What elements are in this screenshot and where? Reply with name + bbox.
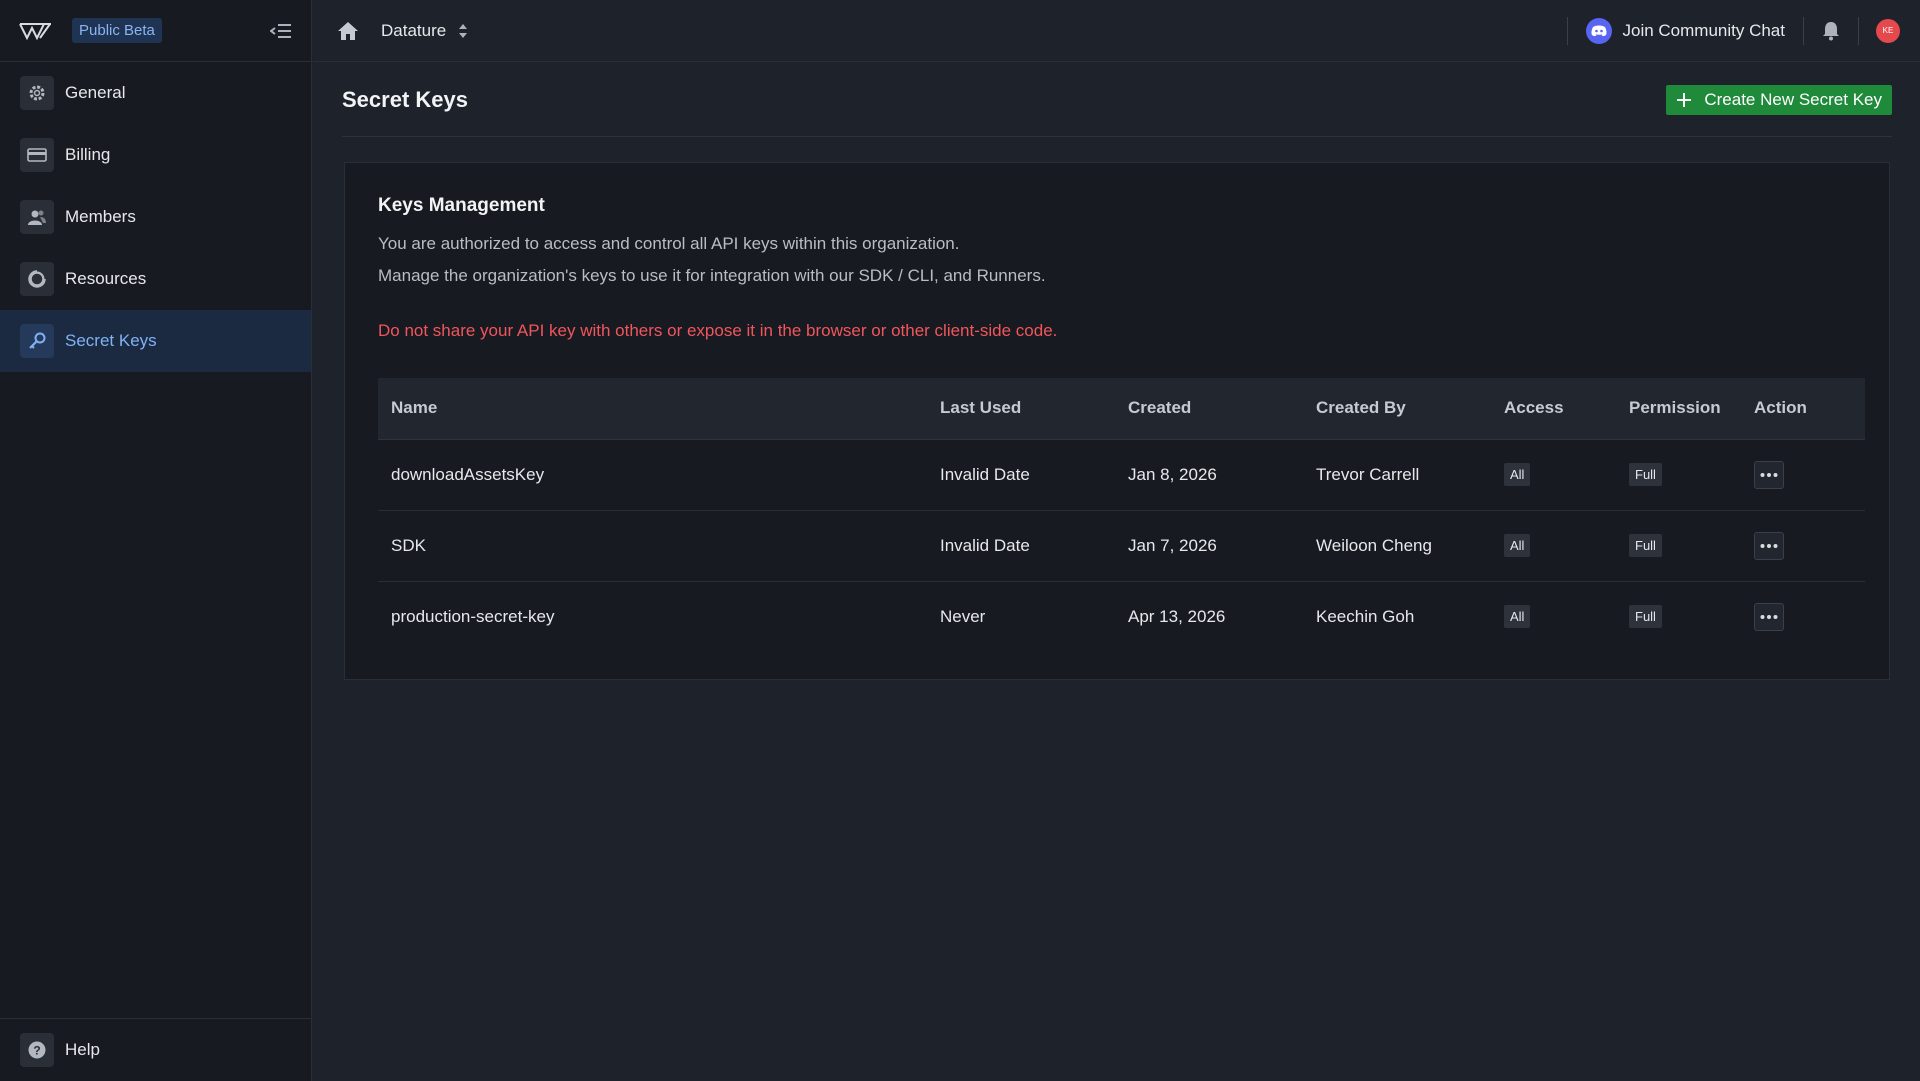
keys-management-card: Keys Management You are authorized to ac… <box>344 162 1890 680</box>
sidebar-nav: General Billing Members Resources Secret… <box>0 62 311 372</box>
home-icon[interactable] <box>335 18 361 44</box>
top-bar: Datature Join Community Chat KE <box>313 0 1920 62</box>
sidebar-item-resources[interactable]: Resources <box>0 248 311 310</box>
pie-chart-icon <box>20 262 54 296</box>
column-header-access: Access <box>1491 378 1616 440</box>
key-action-cell <box>1741 510 1865 582</box>
key-access-cell: All <box>1491 510 1616 582</box>
key-action-cell <box>1741 439 1865 511</box>
table-row: SDK Invalid Date Jan 7, 2026 Weiloon Che… <box>378 510 1865 582</box>
notification-bell-icon[interactable] <box>1804 21 1858 41</box>
topbar-right: Join Community Chat KE <box>1567 0 1920 61</box>
secret-keys-table: Name Last Used Created Created By Access… <box>378 378 1865 652</box>
key-icon <box>20 324 54 358</box>
description-text: You are authorized to access and control… <box>378 234 960 253</box>
sidebar-item-label: Secret Keys <box>65 331 157 350</box>
key-created-by: Keechin Goh <box>1316 606 1415 626</box>
organization-selector[interactable]: Datature <box>381 21 468 41</box>
discord-icon <box>1586 17 1613 44</box>
key-created-by: Weiloon Cheng <box>1303 510 1491 582</box>
permission-badge: Full <box>1629 605 1662 629</box>
ellipsis-icon <box>1760 614 1778 619</box>
security-warning: Do not share your API key with others or… <box>378 321 1058 340</box>
page-header: Secret Keys Create New Secret Key <box>342 63 1892 137</box>
access-badge: All <box>1504 534 1531 557</box>
brand-logo-icon[interactable] <box>18 19 58 43</box>
sidebar-item-label: Members <box>65 207 136 226</box>
create-new-secret-key-label: Create New Secret Key <box>1704 89 1882 109</box>
users-icon <box>20 200 54 234</box>
key-permission-cell: Full <box>1616 439 1741 511</box>
key-access-cell: All <box>1491 439 1616 511</box>
key-created: Jan 7, 2026 <box>1115 510 1303 582</box>
key-access-cell: All <box>1491 581 1616 652</box>
public-beta-badge: Public Beta <box>72 18 162 43</box>
create-new-secret-key-button[interactable]: Create New Secret Key <box>1666 84 1892 115</box>
access-badge: All <box>1504 463 1531 486</box>
key-name: downloadAssetsKey <box>378 439 927 511</box>
divider <box>1858 16 1859 45</box>
gear-icon <box>20 76 54 110</box>
app-root: Public Beta General Billing Members Reso… <box>0 0 1920 1081</box>
svg-text:?: ? <box>33 1044 40 1058</box>
permission-badge: Full <box>1629 463 1662 486</box>
page-title: Secret Keys <box>342 86 468 112</box>
keys-management-title: Keys Management <box>378 195 545 216</box>
key-last-used: Invalid Date <box>927 439 1115 511</box>
sidebar-item-secret-keys[interactable]: Secret Keys <box>0 310 311 372</box>
key-last-used: Invalid Date <box>927 510 1115 582</box>
sidebar-item-label: General <box>65 83 126 102</box>
column-header-action: Action <box>1741 378 1865 440</box>
key-name: SDK <box>378 510 927 582</box>
table-header-row: Name Last Used Created Created By Access… <box>378 378 1865 440</box>
sidebar: Public Beta General Billing Members Reso… <box>0 0 312 1081</box>
column-header-created[interactable]: Created <box>1115 378 1303 440</box>
key-created-by: Trevor Carrell <box>1303 439 1491 511</box>
sidebar-header: Public Beta <box>0 0 311 62</box>
table-row: production-secret-key Never Apr 13, 2026… <box>378 581 1865 652</box>
help-label: Help <box>65 1040 100 1059</box>
more-actions-button[interactable] <box>1754 531 1784 560</box>
main-content: Secret Keys Create New Secret Key Keys M… <box>313 63 1920 1081</box>
column-header-created-by[interactable]: Created By <box>1303 378 1491 440</box>
join-community-chat-button[interactable]: Join Community Chat <box>1568 17 1803 44</box>
key-created: Jan 8, 2026 <box>1115 439 1303 511</box>
key-name: production-secret-key <box>391 606 555 626</box>
key-action-cell <box>1741 581 1865 652</box>
more-actions-button[interactable] <box>1754 460 1784 489</box>
sidebar-item-label: Billing <box>65 145 111 164</box>
table-row: downloadAssetsKey Invalid Date Jan 8, 20… <box>378 439 1865 511</box>
sidebar-item-billing[interactable]: Billing <box>0 124 311 186</box>
key-permission-cell: Full <box>1616 510 1741 582</box>
collapse-sidebar-icon[interactable] <box>269 20 293 42</box>
sidebar-item-general[interactable]: General <box>0 62 311 124</box>
user-avatar[interactable]: KE <box>1876 18 1900 43</box>
sidebar-item-members[interactable]: Members <box>0 186 311 248</box>
help-link[interactable]: ? Help <box>0 1018 311 1081</box>
credit-card-icon <box>20 138 54 172</box>
access-badge: All <box>1504 605 1531 629</box>
join-community-chat-label: Join Community Chat <box>1622 20 1785 40</box>
organization-name: Datature <box>381 20 447 40</box>
help-circle-icon: ? <box>20 1033 54 1067</box>
key-last-used: Never <box>940 606 986 626</box>
column-header-last-used[interactable]: Last Used <box>927 378 1115 440</box>
column-header-name[interactable]: Name <box>378 378 927 440</box>
ellipsis-icon <box>1760 472 1778 477</box>
plus-icon <box>1676 92 1692 108</box>
key-permission-cell: Full <box>1616 581 1741 652</box>
sort-arrows-icon <box>458 23 468 39</box>
permission-badge: Full <box>1629 534 1662 557</box>
description-text: Manage the organization's keys to use it… <box>378 266 1046 285</box>
sidebar-item-label: Resources <box>65 269 147 288</box>
column-header-permission: Permission <box>1616 378 1741 440</box>
more-actions-button[interactable] <box>1754 602 1784 631</box>
ellipsis-icon <box>1760 543 1778 548</box>
key-created: Apr 13, 2026 <box>1128 606 1226 626</box>
